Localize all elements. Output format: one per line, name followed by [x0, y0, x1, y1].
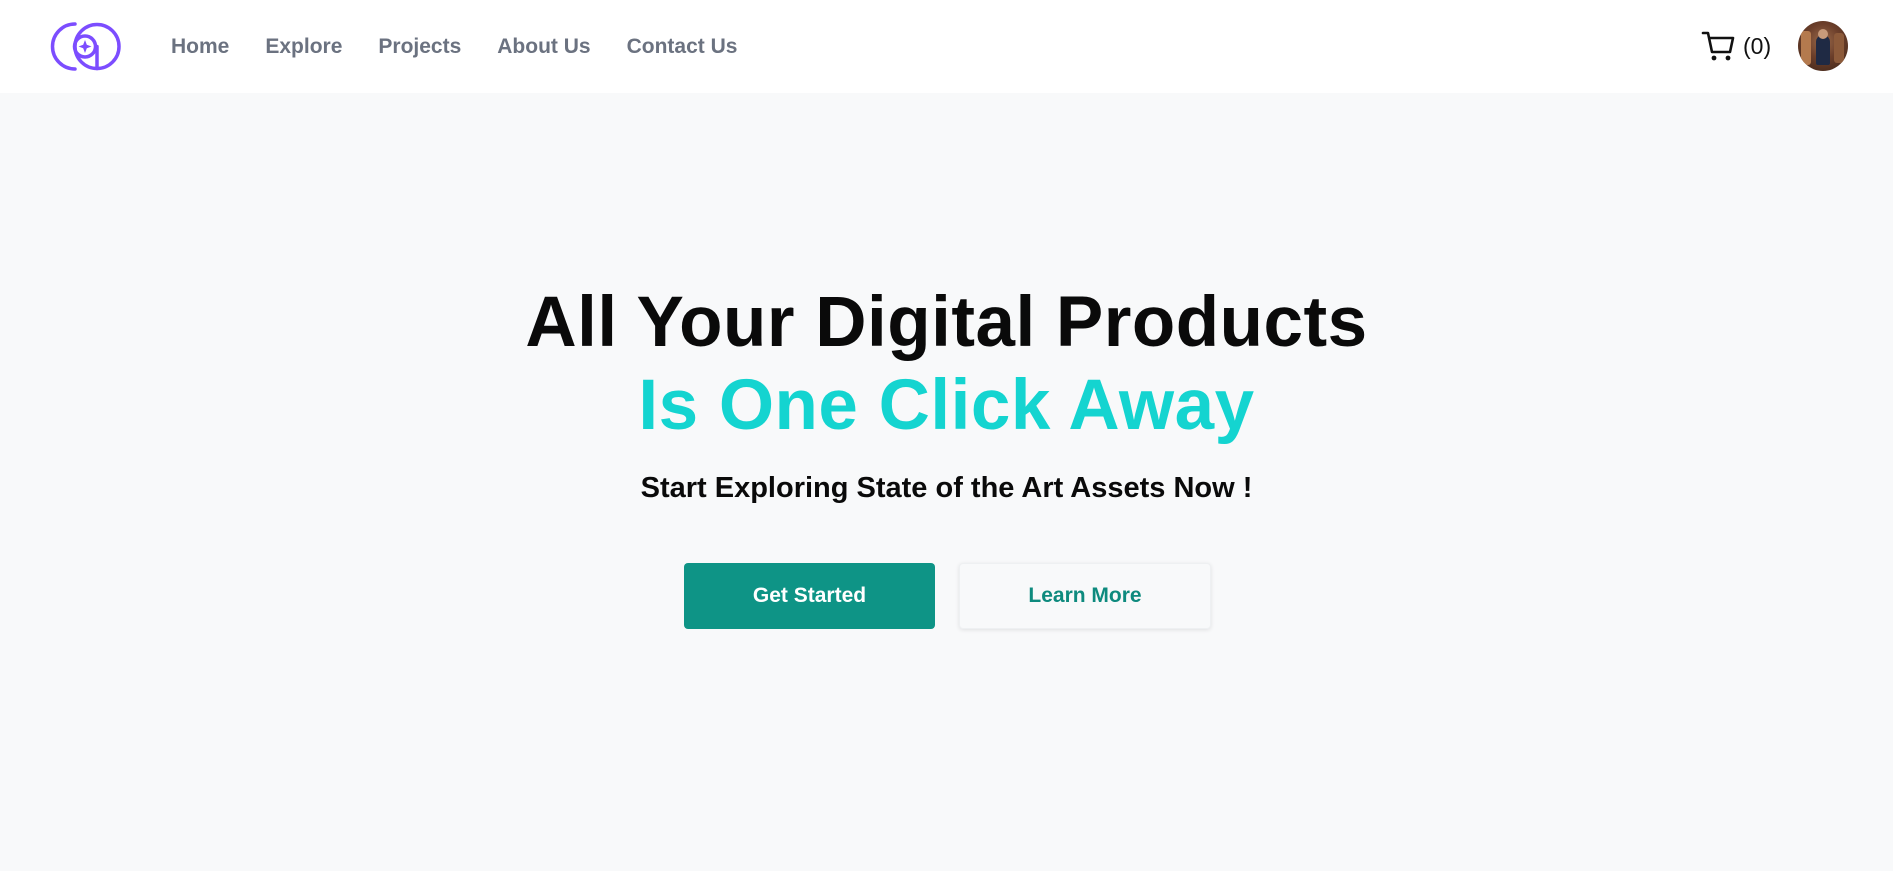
avatar-figure	[1816, 35, 1830, 65]
avatar-bg-right	[1834, 33, 1844, 63]
avatar-head	[1818, 29, 1828, 39]
learn-more-button[interactable]: Learn More	[959, 563, 1211, 629]
nav-link-explore[interactable]: Explore	[265, 35, 342, 59]
nav-link-contact-us[interactable]: Contact Us	[627, 35, 738, 59]
hero-tagline: Start Exploring State of the Art Assets …	[640, 472, 1253, 504]
hero-section: All Your Digital Products Is One Click A…	[0, 93, 1893, 871]
cart-count: (0)	[1743, 32, 1772, 59]
top-navbar: Home Explore Projects About Us Contact U…	[0, 0, 1893, 93]
nav-link-home[interactable]: Home	[171, 35, 229, 59]
hero-title: All Your Digital Products	[525, 283, 1368, 362]
cart-button[interactable]: (0)	[1701, 26, 1771, 66]
main-nav: Home Explore Projects About Us Contact U…	[171, 0, 773, 93]
avatar-bg-left	[1801, 31, 1811, 65]
nav-link-about-us[interactable]: About Us	[497, 35, 590, 59]
nav-link-projects[interactable]: Projects	[378, 35, 461, 59]
hero-subtitle: Is One Click Away	[638, 366, 1255, 445]
shopping-cart-icon	[1701, 28, 1737, 64]
get-started-button[interactable]: Get Started	[684, 563, 935, 629]
brand-logo-icon[interactable]	[47, 19, 125, 74]
user-avatar[interactable]	[1798, 21, 1848, 71]
